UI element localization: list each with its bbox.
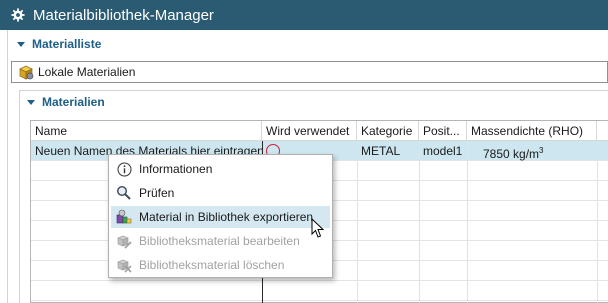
menu-item-label: Informationen bbox=[139, 162, 213, 176]
mouse-cursor-icon bbox=[311, 218, 325, 238]
collapse-triangle-icon bbox=[27, 99, 35, 105]
section-toggle-materialien[interactable]: Materialien bbox=[27, 95, 105, 109]
column-header-in-use[interactable]: Wird verwendet bbox=[262, 121, 357, 141]
menu-item-delete-library-material[interactable]: Bibliotheksmaterial löschen bbox=[111, 254, 330, 276]
column-header-density[interactable]: Massendichte (RHO) bbox=[467, 121, 597, 141]
material-cube-icon bbox=[19, 65, 34, 80]
column-divider bbox=[597, 141, 598, 303]
library-select[interactable]: Lokale Materialien bbox=[11, 61, 608, 83]
column-divider bbox=[467, 141, 468, 303]
menu-item-edit-library-material[interactable]: Bibliotheksmaterial bearbeiten bbox=[111, 230, 330, 252]
edit-material-icon bbox=[116, 233, 132, 249]
collapse-triangle-icon bbox=[17, 41, 25, 47]
column-divider bbox=[357, 141, 358, 303]
menu-item-pruefen[interactable]: Prüfen bbox=[111, 182, 330, 204]
menu-item-informationen[interactable]: Informationen bbox=[111, 158, 330, 180]
density-value: 7850 kg/m bbox=[483, 147, 540, 161]
gear-icon bbox=[11, 8, 25, 22]
library-select-value: Lokale Materialien bbox=[38, 65, 136, 79]
context-menu: Informationen Prüfen Material in Bibliot… bbox=[108, 154, 333, 278]
density-exponent: 3 bbox=[539, 146, 544, 155]
title-bar: Materialbibliothek-Manager bbox=[0, 0, 608, 30]
section-title-materialliste: Materialliste bbox=[32, 37, 102, 51]
export-material-icon bbox=[116, 209, 132, 225]
table-header: Name Wird verwendet Kategorie Posit... M… bbox=[31, 121, 608, 141]
menu-item-label: Material in Bibliothek exportieren bbox=[139, 210, 314, 224]
section-toggle-materialliste[interactable]: Materialliste bbox=[17, 37, 101, 51]
window-title: Materialbibliothek-Manager bbox=[33, 6, 214, 24]
cell-category: METAL bbox=[361, 144, 401, 158]
magnifier-icon bbox=[116, 185, 132, 201]
menu-item-label: Prüfen bbox=[139, 186, 175, 200]
menu-item-export[interactable]: Material in Bibliothek exportieren bbox=[111, 206, 330, 228]
column-divider bbox=[419, 141, 420, 303]
menu-item-label: Bibliotheksmaterial bearbeiten bbox=[139, 234, 300, 248]
delete-material-icon bbox=[116, 257, 132, 273]
section-title-materialien: Materialien bbox=[42, 95, 105, 109]
menu-item-label: Bibliotheksmaterial löschen bbox=[139, 258, 285, 272]
column-header-name[interactable]: Name bbox=[31, 121, 262, 141]
column-header-position[interactable]: Posit... bbox=[419, 121, 467, 141]
cell-density: 7850 kg/m3 bbox=[479, 141, 604, 161]
table-row bbox=[31, 281, 608, 301]
cell-position: model1 bbox=[423, 144, 463, 158]
column-header-category[interactable]: Kategorie bbox=[357, 121, 419, 141]
info-icon bbox=[116, 161, 132, 177]
